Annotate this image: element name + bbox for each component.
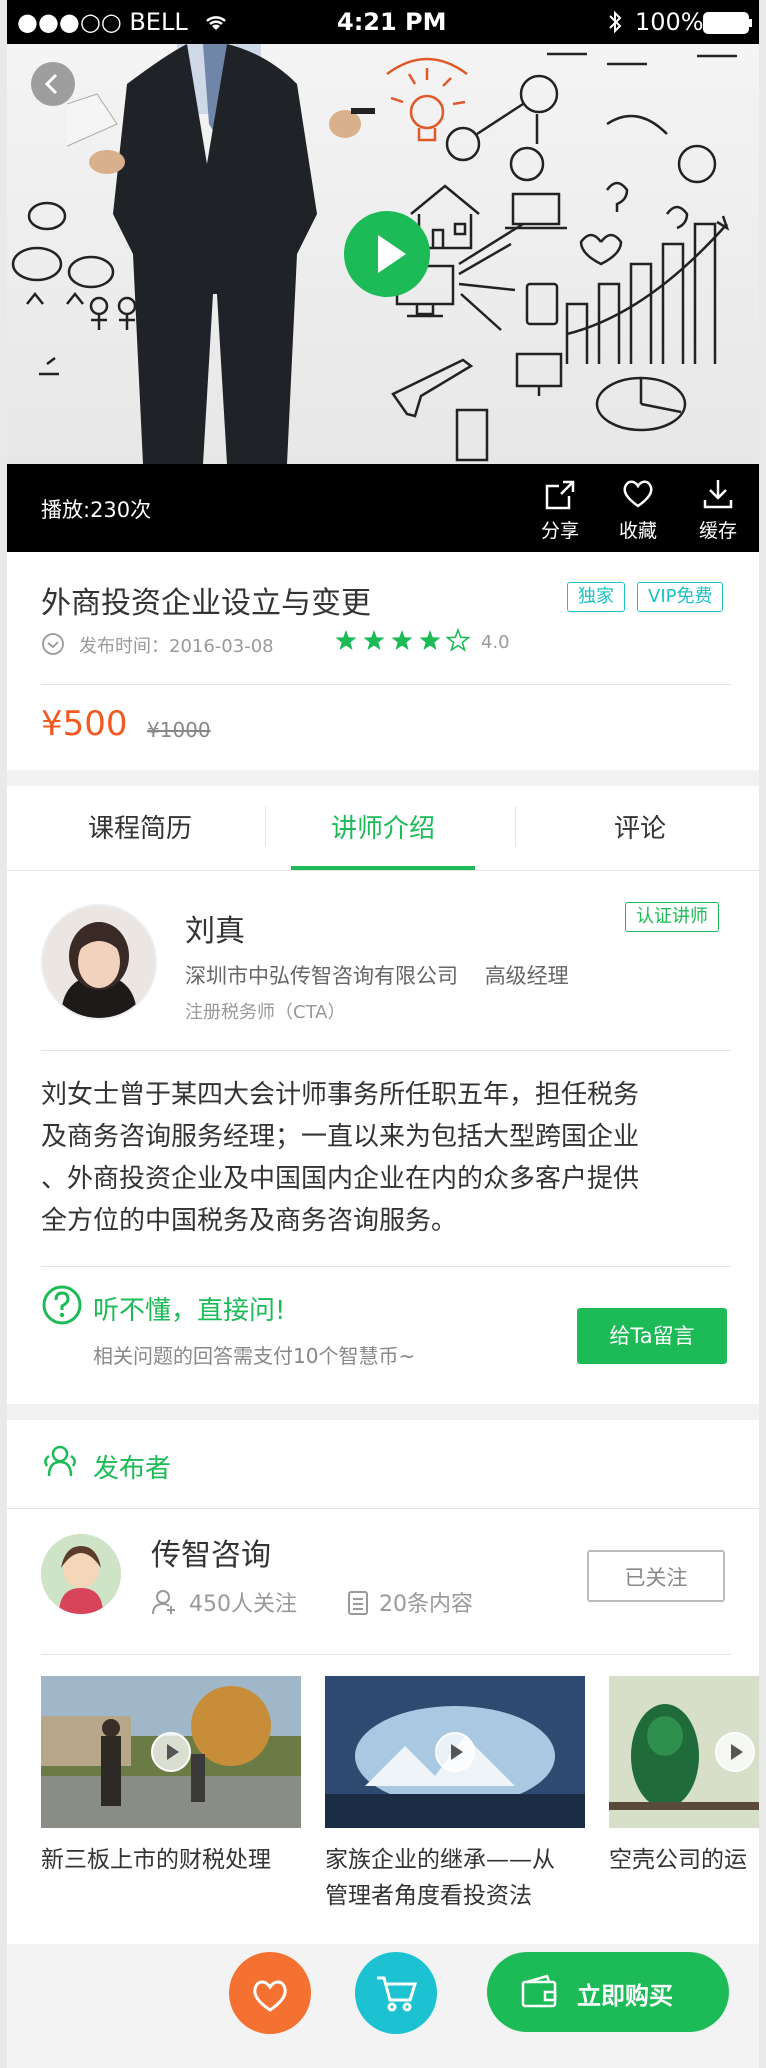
- video-play-button[interactable]: [435, 1732, 475, 1772]
- battery-icon: [703, 12, 752, 34]
- divider: [41, 1050, 731, 1051]
- share-label: 分享: [540, 520, 579, 542]
- original-price: ¥1000: [147, 718, 211, 742]
- publisher-name[interactable]: 传智咨询: [151, 1530, 271, 1574]
- favorite-button[interactable]: 收藏: [603, 478, 673, 543]
- play-icon: [731, 1744, 743, 1760]
- rating-stars: [335, 628, 471, 652]
- clock: 4:21 PM: [337, 8, 447, 36]
- publish-date: 发布时间：2016-03-08: [79, 636, 274, 657]
- play-icon: [167, 1744, 179, 1760]
- heart-icon: [623, 480, 653, 508]
- star-filled-icon: [419, 630, 441, 650]
- wallet-icon: [521, 1974, 557, 2008]
- back-button[interactable]: [31, 62, 75, 106]
- question-icon: [42, 1285, 82, 1325]
- play-icon: [378, 235, 406, 273]
- tab-comments[interactable]: 评论: [515, 808, 759, 845]
- clock-icon: [42, 633, 64, 655]
- heart-icon: [253, 1980, 287, 2012]
- cart-icon: [377, 1976, 418, 2012]
- lecturer-name: 刘真: [185, 914, 245, 949]
- bio-line: 刘女士曾于某四大会计师事务所任职五年，担任税务: [41, 1080, 640, 1110]
- play-count: 播放:230次: [41, 498, 152, 522]
- exclusive-tag: 独家: [567, 582, 625, 612]
- buy-now-label: 立即购买: [577, 1982, 673, 2010]
- related-video-title[interactable]: 家族企业的继承——从 管理者角度看投资法: [325, 1842, 595, 1914]
- share-icon: [545, 480, 575, 510]
- section-gap: [7, 770, 759, 786]
- download-button[interactable]: 缓存: [683, 478, 753, 543]
- divider: [7, 870, 759, 871]
- lecturer-certification: 注册税务师（CTA）: [185, 1002, 346, 1023]
- course-title: 外商投资企业设立与变更: [41, 586, 371, 621]
- tab-course-resume[interactable]: 课程简历: [15, 808, 265, 845]
- ask-subtitle: 相关问题的回答需支付10个智慧币~: [93, 1344, 416, 1368]
- publisher-section-title: 发布者: [93, 1454, 172, 1484]
- related-video-title[interactable]: 空壳公司的运: [609, 1842, 759, 1878]
- video-action-bar: 播放:230次 分享 收藏 缓存: [7, 464, 759, 552]
- lecturer-position: 高级经理: [484, 964, 569, 988]
- lecturer-bio: 刘女士曾于某四大会计师事务所任职五年，担任税务 及商务咨询服务经理；一直以来为包…: [41, 1074, 731, 1242]
- certified-lecturer-badge: 认证讲师: [625, 902, 719, 932]
- divider: [41, 1266, 731, 1267]
- followed-button[interactable]: 已关注: [587, 1550, 725, 1602]
- title-line: 家族企业的继承——从: [325, 1847, 555, 1873]
- bio-line: 及商务咨询服务经理；一直以来为包括大型跨国企业: [41, 1122, 640, 1152]
- title-line: 新三板上市的财税处理: [41, 1847, 271, 1873]
- carrier-signal: ●●●○○ BELL: [17, 8, 188, 36]
- related-video-title[interactable]: 新三板上市的财税处理: [41, 1842, 311, 1878]
- lecturer-company: 深圳市中弘传智咨询有限公司 高级经理: [185, 960, 569, 990]
- followers-count: 450人关注: [189, 1592, 297, 1617]
- play-button[interactable]: [344, 211, 430, 297]
- lecturer-avatar: [41, 904, 157, 1020]
- related-video-thumbnail[interactable]: [325, 1676, 585, 1828]
- document-icon: [348, 1591, 368, 1615]
- divider: [7, 1508, 759, 1509]
- divider: [41, 684, 731, 685]
- play-icon: [451, 1744, 463, 1760]
- leave-message-button[interactable]: 给Ta留言: [577, 1308, 727, 1364]
- favorite-label: 收藏: [618, 520, 657, 542]
- section-gap: [7, 1404, 759, 1420]
- company-name: 深圳市中弘传智咨询有限公司: [185, 964, 458, 988]
- related-video-thumbnail[interactable]: [609, 1676, 759, 1828]
- rating-value: 4.0: [481, 632, 510, 653]
- wifi-icon: [206, 16, 226, 30]
- title-line: 空壳公司的运: [609, 1847, 747, 1873]
- price: ¥500: [41, 704, 128, 744]
- tab-lecturer[interactable]: 讲师介绍: [258, 808, 508, 845]
- bio-line: 、外商投资企业及中国国内企业在内的众多客户提供: [41, 1164, 640, 1194]
- video-player[interactable]: [7, 44, 759, 464]
- publisher-logo: [41, 1534, 121, 1614]
- content-count: 20条内容: [379, 1592, 473, 1617]
- followers-icon: [152, 1590, 175, 1615]
- download-icon: [703, 480, 733, 509]
- chevron-left-icon: [44, 73, 58, 95]
- star-filled-icon: [391, 630, 413, 650]
- bluetooth-icon: [609, 10, 622, 34]
- battery-percent: 100%: [635, 8, 704, 36]
- bio-line: 全方位的中国税务及商务咨询服务。: [41, 1206, 458, 1236]
- star-filled-icon: [363, 630, 385, 650]
- publisher-avatar[interactable]: [41, 1534, 121, 1614]
- download-label: 缓存: [698, 520, 737, 542]
- cart-fab[interactable]: [355, 1952, 437, 2034]
- share-button[interactable]: 分享: [525, 478, 595, 543]
- star-filled-icon: [335, 630, 357, 650]
- publisher-icon: [44, 1445, 76, 1477]
- lecturer-photo: [43, 906, 155, 1018]
- course-detail-page: ●●●○○ BELL 4:21 PM 100% 播放:230次 分享 收藏 缓存…: [7, 0, 759, 2068]
- video-play-button[interactable]: [151, 1732, 191, 1772]
- video-play-button[interactable]: [715, 1732, 755, 1772]
- title-line: 管理者角度看投资法: [325, 1883, 532, 1909]
- favorite-fab[interactable]: [229, 1952, 311, 2034]
- star-empty-icon: [445, 628, 471, 652]
- buy-now-button[interactable]: 立即购买: [487, 1952, 729, 2032]
- vip-free-tag: VIP免费: [637, 582, 724, 612]
- ask-title: 听不懂，直接问!: [93, 1296, 286, 1326]
- divider: [41, 1654, 731, 1655]
- status-bar: ●●●○○ BELL 4:21 PM 100%: [7, 0, 759, 44]
- related-video-thumbnail[interactable]: [41, 1676, 301, 1828]
